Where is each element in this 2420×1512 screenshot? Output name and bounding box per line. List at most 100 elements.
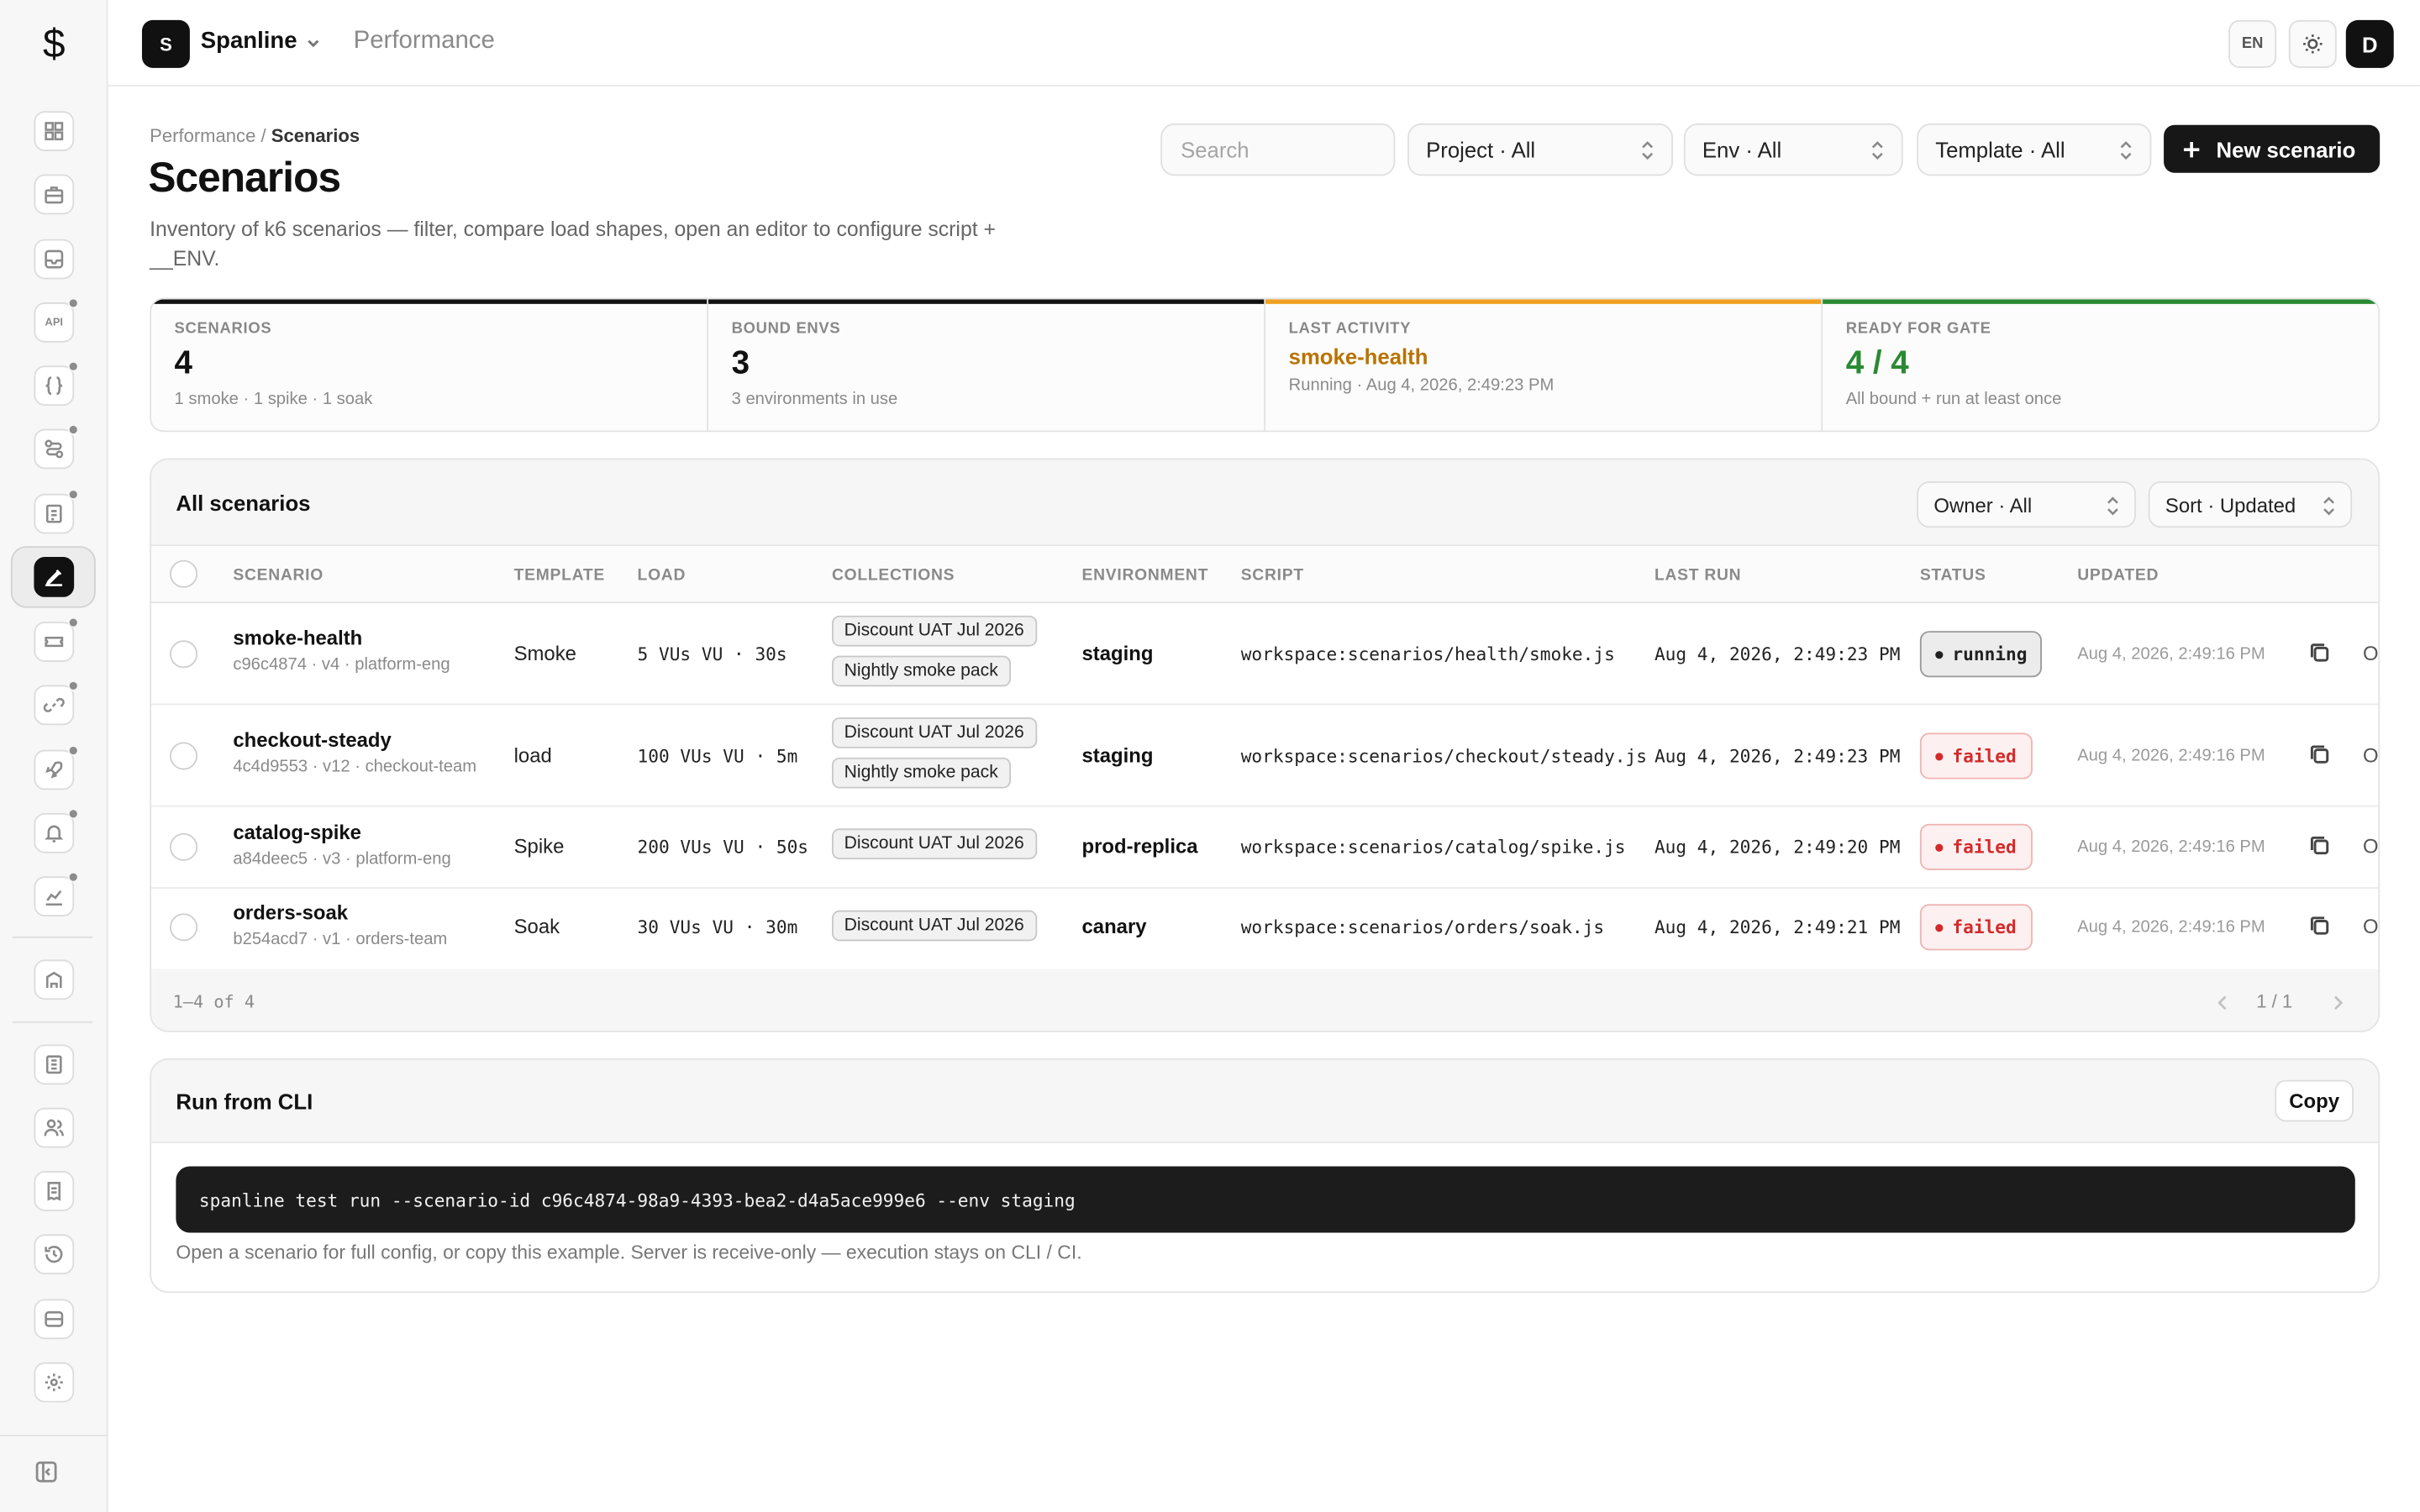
search-input[interactable] xyxy=(1160,123,1396,176)
rocket-icon[interactable] xyxy=(34,745,79,790)
collection-pill[interactable]: Nightly smoke pack xyxy=(831,757,1011,789)
open-action[interactable]: O xyxy=(2363,743,2378,767)
template-select[interactable]: Template · All xyxy=(1917,123,2152,176)
column-header[interactable]: TEMPLATE xyxy=(514,566,605,585)
select-all-checkbox[interactable] xyxy=(170,559,198,588)
status-text: running xyxy=(1952,643,2028,665)
row-checkbox[interactable] xyxy=(170,742,198,770)
copy-command-button[interactable]: Copy xyxy=(2275,1079,2354,1122)
column-header[interactable]: STATUS xyxy=(1920,566,1986,585)
copy-icon[interactable] xyxy=(2309,915,2331,937)
column-header[interactable]: SCENARIO xyxy=(233,566,324,585)
stat-scenarios: SCENARIOS 4 1 smoke · 1 spike · 1 soak xyxy=(150,299,709,431)
ticket-icon[interactable] xyxy=(34,617,79,662)
receipt-icon[interactable] xyxy=(34,1171,75,1211)
briefcase-icon[interactable] xyxy=(34,174,75,215)
stat-label: READY FOR GATE xyxy=(1845,321,1991,339)
env-select[interactable]: Env · All xyxy=(1683,123,1903,176)
copy-icon[interactable] xyxy=(2309,642,2331,664)
env-select-value: Env · All xyxy=(1702,137,1782,162)
sidebar-item-performance[interactable] xyxy=(10,546,96,608)
script-cell: workspace:scenarios/health/smoke.js xyxy=(1240,643,1615,665)
table-row[interactable]: checkout-steady 4c4d9553 · v12 · checkou… xyxy=(150,705,2379,807)
project-select-value: Project · All xyxy=(1426,137,1536,162)
new-scenario-button[interactable]: New scenario xyxy=(2164,124,2381,173)
owner-select[interactable]: Owner · All xyxy=(1917,481,2136,528)
cli-title: Run from CLI xyxy=(176,1089,313,1115)
open-action[interactable]: O xyxy=(2363,915,2378,938)
org-avatar[interactable]: S xyxy=(141,19,190,68)
last-run-cell: Aug 4, 2026, 2:49:23 PM xyxy=(1654,643,1901,665)
sidebar-divider xyxy=(12,1021,93,1023)
server-icon[interactable] xyxy=(34,1299,75,1340)
chart-icon[interactable] xyxy=(34,871,79,916)
stat-last-activity[interactable]: LAST ACTIVITY smoke-health Running · Aug… xyxy=(1265,299,1823,431)
scenario-name[interactable]: orders-soak xyxy=(233,901,447,925)
workflow-icon[interactable] xyxy=(34,424,79,470)
sidebar-divider xyxy=(0,1435,108,1436)
chevron-right-icon[interactable] xyxy=(2330,992,2345,1011)
braces-icon[interactable] xyxy=(34,360,79,407)
collection-pill[interactable]: Discount UAT Jul 2026 xyxy=(831,910,1037,942)
project-select[interactable]: Project · All xyxy=(1407,123,1673,176)
chevron-down-icon[interactable] xyxy=(304,33,323,51)
bell-icon[interactable] xyxy=(34,808,79,853)
collection-pill[interactable]: Discount UAT Jul 2026 xyxy=(831,828,1037,860)
chevron-updown-icon xyxy=(2119,140,2133,160)
cli-header: Run from CLI Copy xyxy=(150,1059,2379,1143)
theme-toggle-button[interactable] xyxy=(2288,19,2337,68)
column-header[interactable]: LOAD xyxy=(638,566,687,585)
settings-icon[interactable] xyxy=(34,1362,75,1403)
top-bar: S Spanline Performance EN D xyxy=(108,0,2420,87)
app-logo[interactable]: $ xyxy=(0,0,108,87)
sidebar-collapse-icon[interactable] xyxy=(34,1460,58,1484)
collection-pill[interactable]: Discount UAT Jul 2026 xyxy=(831,615,1037,647)
status-dot-icon xyxy=(1935,923,1944,932)
row-checkbox[interactable] xyxy=(170,913,198,942)
status-dot-icon xyxy=(1935,843,1944,851)
column-header[interactable]: COLLECTIONS xyxy=(832,566,955,585)
cli-command[interactable]: spanline test run --scenario-id c96c4874… xyxy=(176,1166,2355,1233)
column-header[interactable]: LAST RUN xyxy=(1655,566,1741,585)
table-footer: 1–4 of 4 1 / 1 xyxy=(150,969,2379,1031)
inbox-icon[interactable] xyxy=(34,239,75,280)
stat-sub: 1 smoke · 1 spike · 1 soak xyxy=(174,390,373,409)
scenario-name[interactable]: smoke-health xyxy=(233,627,450,650)
org-name[interactable]: Spanline xyxy=(201,28,297,54)
collections-cell: Discount UAT Jul 2026 Nightly smoke pack xyxy=(831,717,1037,798)
breadcrumb-parent[interactable]: Performance xyxy=(150,125,255,147)
column-header[interactable]: SCRIPT xyxy=(1241,566,1304,585)
dashboard-icon[interactable] xyxy=(34,111,75,151)
stats-strip: SCENARIOS 4 1 smoke · 1 spike · 1 soak B… xyxy=(150,297,2381,433)
table-row[interactable]: catalog-spike a84deec5 · v3 · platform-e… xyxy=(150,807,2379,889)
api-icon[interactable]: API xyxy=(34,297,79,343)
copy-icon[interactable] xyxy=(2309,835,2331,857)
chevron-left-icon[interactable] xyxy=(2215,992,2230,1011)
table-row[interactable]: smoke-health c96c4874 · v4 · platform-en… xyxy=(150,603,2379,706)
users-icon[interactable] xyxy=(34,1107,75,1148)
row-checkbox[interactable] xyxy=(170,832,198,861)
link-icon[interactable] xyxy=(34,680,79,726)
checklist-icon[interactable] xyxy=(34,489,79,534)
open-action[interactable]: O xyxy=(2363,642,2378,665)
building-icon[interactable] xyxy=(34,959,75,1000)
sort-select[interactable]: Sort · Updated xyxy=(2148,481,2353,528)
user-avatar[interactable]: D xyxy=(2345,19,2394,68)
column-header[interactable]: UPDATED xyxy=(2077,566,2159,585)
load-cell: 5 VUs VU · 30s xyxy=(637,643,787,665)
scenario-name[interactable]: checkout-steady xyxy=(233,728,476,752)
collection-pill[interactable]: Nightly smoke pack xyxy=(831,655,1011,687)
chevron-updown-icon xyxy=(2323,496,2335,516)
language-button[interactable]: EN xyxy=(2228,19,2277,68)
open-action[interactable]: O xyxy=(2363,835,2378,858)
column-header[interactable]: ENVIRONMENT xyxy=(1082,566,1209,585)
scenario-name[interactable]: catalog-spike xyxy=(233,821,450,844)
table-row[interactable]: orders-soak b254acd7 · v1 · orders-team … xyxy=(151,889,2378,969)
copy-icon[interactable] xyxy=(2309,743,2331,765)
collection-pill[interactable]: Discount UAT Jul 2026 xyxy=(831,717,1037,748)
history-icon[interactable] xyxy=(34,1234,75,1275)
row-checkbox[interactable] xyxy=(170,640,198,669)
scenario-cell: orders-soak b254acd7 · v1 · orders-team xyxy=(233,901,447,949)
breadcrumb: Performance / Scenarios xyxy=(150,125,360,147)
document-icon[interactable] xyxy=(34,1044,75,1085)
